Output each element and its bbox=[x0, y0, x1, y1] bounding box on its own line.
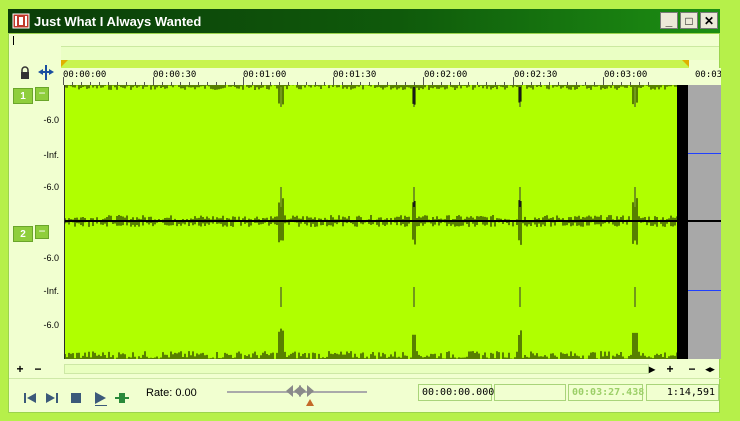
ruler-label: 00:01:30 bbox=[333, 70, 377, 80]
track-1-collapse-button[interactable]: − bbox=[35, 87, 49, 101]
close-button[interactable]: ✕ bbox=[700, 12, 718, 29]
zoom-in-button[interactable]: + bbox=[13, 362, 27, 376]
waveform-view[interactable] bbox=[64, 85, 721, 359]
maximize-button[interactable]: □ bbox=[680, 12, 698, 29]
waveform-edge bbox=[65, 221, 688, 245]
minimize-button[interactable]: _ bbox=[660, 12, 678, 29]
track-2-number-button[interactable]: 2 bbox=[13, 226, 33, 242]
frame-field[interactable]: 1:14,591 bbox=[646, 384, 719, 401]
horizontal-scroll-row: + − ▸ + − ◂▸ bbox=[9, 360, 721, 378]
loop-playback-icon[interactable] bbox=[113, 390, 131, 406]
snap-icon[interactable] bbox=[37, 64, 55, 81]
track-1-center-line bbox=[688, 153, 721, 154]
ruler-label: 00:00:00 bbox=[63, 70, 107, 80]
transport-bar: Rate: 0.00 00:00:00.000 00:03:27.438 1:1… bbox=[9, 378, 721, 414]
zoom-out-button-right[interactable]: − bbox=[685, 362, 699, 376]
waveform-edge bbox=[65, 85, 688, 105]
ruler-label: 00:02:30 bbox=[514, 70, 558, 80]
editor-client-area: 00:00:00 00:00:30 00:01:00 00:01:30 00:0… bbox=[8, 33, 721, 414]
beyond-end-region bbox=[688, 85, 721, 359]
ruler-tick bbox=[333, 77, 334, 85]
zoom-in-button-right[interactable]: + bbox=[663, 362, 677, 376]
loop-start-marker[interactable] bbox=[61, 60, 68, 67]
db-label: -6.0 bbox=[43, 320, 59, 330]
zoom-out-button[interactable]: − bbox=[31, 362, 45, 376]
ruler-tick bbox=[153, 77, 154, 85]
text-cursor bbox=[13, 36, 14, 45]
film-icon bbox=[12, 13, 30, 29]
ruler-label: 00:01:00 bbox=[243, 70, 287, 80]
time-ruler[interactable]: 00:00:00 00:00:30 00:01:00 00:01:30 00:0… bbox=[61, 68, 721, 85]
waveform-graphic bbox=[65, 85, 688, 359]
loop-end-marker[interactable] bbox=[682, 60, 689, 67]
title-bar[interactable]: Just What I Always Wanted _ □ ✕ bbox=[8, 9, 720, 33]
stop-icon[interactable] bbox=[67, 390, 85, 406]
db-label: -6.0 bbox=[43, 115, 59, 125]
scroll-both-icon[interactable]: ◂▸ bbox=[703, 362, 717, 376]
track-2-center-line bbox=[688, 290, 721, 291]
loop-region-bar[interactable] bbox=[61, 60, 689, 68]
window-controls: _ □ ✕ bbox=[660, 12, 718, 29]
go-to-end-icon[interactable] bbox=[43, 390, 61, 406]
ruler-tick bbox=[513, 77, 514, 85]
go-to-start-icon[interactable] bbox=[21, 390, 39, 406]
track-2-collapse-button[interactable]: − bbox=[35, 225, 49, 239]
db-label: -6.0 bbox=[43, 182, 59, 192]
rate-slider-thumb[interactable] bbox=[285, 384, 315, 398]
track-1-number-button[interactable]: 1 bbox=[13, 88, 33, 104]
db-label: -Inf. bbox=[43, 150, 59, 160]
cursor-time-field[interactable]: 00:00:00.000 bbox=[418, 384, 494, 401]
ruler-tick bbox=[423, 77, 424, 85]
end-silence-region bbox=[677, 85, 688, 359]
sound-editor-window: Just What I Always Wanted _ □ ✕ 00:00:00… bbox=[0, 0, 740, 421]
waveform-edge bbox=[65, 328, 688, 359]
ruler-label: 00:03:00 bbox=[604, 70, 648, 80]
horizontal-scrollbar[interactable] bbox=[64, 364, 649, 374]
waveform-edge bbox=[65, 197, 688, 221]
length-field[interactable]: 00:03:27.438 bbox=[568, 384, 644, 401]
rate-label: Rate: 0.00 bbox=[146, 387, 197, 399]
ruler-label: 00:02:00 bbox=[424, 70, 468, 80]
rate-position-marker bbox=[306, 399, 314, 406]
ruler-tick bbox=[603, 77, 604, 85]
play-icon[interactable] bbox=[91, 390, 109, 406]
db-label: -Inf. bbox=[43, 286, 59, 296]
window-title: Just What I Always Wanted bbox=[34, 13, 202, 29]
ruler-label: 00:00:30 bbox=[153, 70, 197, 80]
selection-field[interactable] bbox=[494, 384, 566, 401]
db-label: -6.0 bbox=[43, 253, 59, 263]
lock-icon[interactable] bbox=[18, 66, 32, 80]
marker-strip[interactable] bbox=[61, 46, 719, 60]
track-divider bbox=[65, 220, 721, 222]
ruler-tick bbox=[63, 77, 64, 85]
ruler-label: 00:03 bbox=[695, 70, 721, 80]
scroll-right-icon[interactable]: ▸ bbox=[645, 362, 659, 376]
ruler-tick bbox=[243, 77, 244, 85]
